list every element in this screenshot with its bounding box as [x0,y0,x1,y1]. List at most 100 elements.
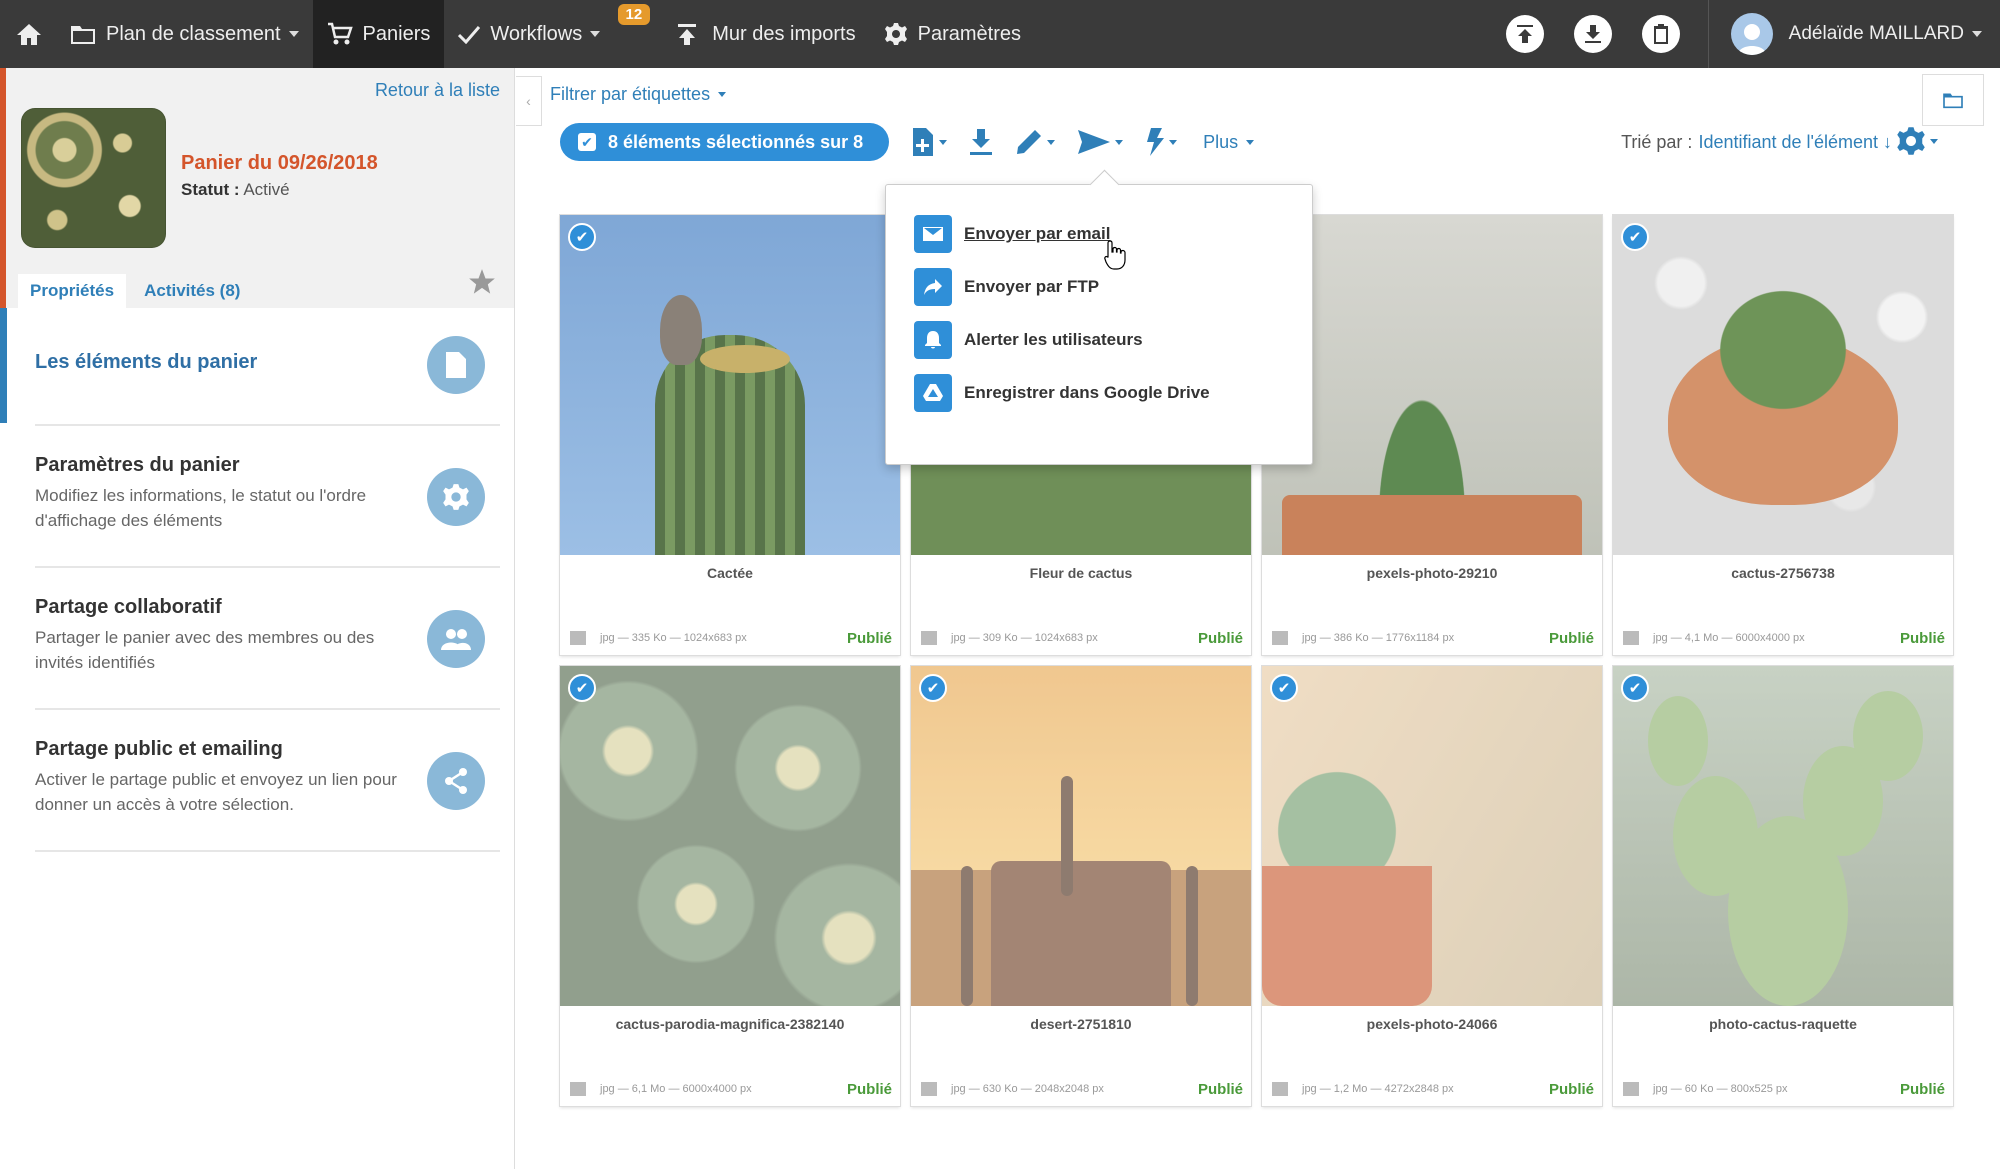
status-badge: Publié [1197,1081,1243,1098]
sidebar: Retour à la liste Panier du 09/26/2018 S… [0,68,515,1169]
download-icon [970,129,993,155]
basket-header: Retour à la liste Panier du 09/26/2018 S… [0,68,514,308]
add-file-button[interactable] [911,127,948,157]
sidebar-tabs: Propriétés Activités (8) [6,274,516,308]
sidebar-item-elements[interactable]: Les éléments du panier [0,308,500,426]
upload-button[interactable] [1505,15,1544,53]
selection-label: 8 éléments sélectionnés sur 8 [608,131,864,152]
nav-label: Paramètres [917,22,1021,45]
element-card[interactable]: ✔ desert-2751810 jpg — 630 Ko — 2048x204… [911,666,1251,1106]
sort-control[interactable]: Trié par : Identifiant de l'élément ↓ [1621,132,1892,153]
upload-circle-icon [1516,25,1533,43]
favorite-star-icon[interactable] [468,268,496,301]
menu-item-label: Alerter les utilisateurs [964,330,1143,349]
check-icon [458,26,481,44]
image-file-icon [1623,1082,1639,1096]
sidebar-item-partage-collaboratif[interactable]: Partage collaboratif Partager le panier … [35,568,500,710]
menu-desc: Modifiez les informations, le statut ou … [35,486,367,530]
element-card[interactable]: ✔ photo-cactus-raquette jpg — 60 Ko — 80… [1613,666,1953,1106]
nav-home[interactable] [0,0,56,68]
sidebar-item-parametres[interactable]: Paramètres du panier Modifiez les inform… [35,426,500,568]
folder-icon [71,26,95,44]
element-thumbnail [1613,215,1953,555]
status-value: Activé [243,180,290,199]
menu-item-alert-users[interactable]: Alerter les utilisateurs [914,321,1143,359]
avatar[interactable] [1730,13,1773,55]
gear-icon [1897,127,1925,155]
sidebar-item-partage-public[interactable]: Partage public et emailing Activer le pa… [35,710,500,852]
menu-text: Partage public et emailing Activer le pa… [35,738,405,817]
status-badge: Publié [846,1081,892,1098]
tab-activites[interactable]: Activités (8) [132,274,252,308]
nav-label: Plan de classement [106,22,281,45]
clipboard-button[interactable] [1641,15,1680,53]
sort-value: Identifiant de l'élément ↓ [1698,132,1892,152]
send-icon [1078,130,1111,154]
meta-text: jpg — 6,1 Mo — 6000x4000 px [600,1083,752,1095]
element-name: Fleur de cactus [1029,565,1133,581]
selected-check-icon[interactable]: ✔ [1270,674,1298,702]
status-badge: Publié [1548,1081,1594,1098]
nav-parametres[interactable]: Paramètres [870,0,1035,68]
chevron-down-icon [1169,139,1178,145]
nav-plan-de-classement[interactable]: Plan de classement [56,0,313,68]
chevron-down-icon [1047,139,1056,145]
nav-label: Paniers [362,22,431,45]
element-name: cactus-parodia-magnifica-2382140 [615,1016,845,1032]
chevron-down-icon [1972,31,1982,37]
bell-icon [914,321,952,359]
element-thumbnail [560,215,900,555]
element-meta: jpg — 630 Ko — 2048x2048 px [921,1082,1104,1096]
more-button[interactable]: Plus [1203,132,1255,153]
nav-mur-des-imports[interactable]: Mur des imports [662,0,869,68]
selected-check-icon[interactable]: ✔ [568,223,596,251]
nav-paniers[interactable]: Paniers [312,0,445,68]
download-button[interactable] [1573,15,1612,53]
upload-icon [678,24,697,45]
element-card[interactable]: ✔ Cactée jpg — 335 Ko — 1024x683 px Publ… [560,215,900,655]
element-card[interactable]: ✔ cactus-parodia-magnifica-2382140 jpg —… [560,666,900,1106]
menu-desc: Partager le panier avec des membres ou d… [35,628,375,672]
element-card[interactable]: ✔ pexels-photo-29210 jpg — 386 Ko — 1776… [1262,215,1602,655]
chevron-down-icon [1246,139,1255,145]
image-file-icon [921,631,937,645]
folder-view-button[interactable] [1922,74,1984,126]
selected-check-icon[interactable]: ✔ [919,674,947,702]
menu-text: Partage collaboratif Partager le panier … [35,596,405,675]
view-settings-button[interactable] [1896,126,1938,156]
selected-check-icon[interactable]: ✔ [568,674,596,702]
nav-label: Mur des imports [712,22,856,45]
selected-check-icon[interactable]: ✔ [1621,223,1649,251]
nav-right-group: Adélaïde MAILLARD [1490,0,2000,68]
menu-item-send-email[interactable]: Envoyer par email [914,215,1110,253]
status-label: Statut : [181,180,240,199]
image-file-icon [1272,631,1288,645]
menu-item-send-ftp[interactable]: Envoyer par FTP [914,268,1099,306]
user-menu[interactable]: Adélaïde MAILLARD [1789,23,1982,45]
back-to-list-link[interactable]: Retour à la liste [375,80,500,101]
collapse-sidebar-button[interactable]: ‹ [516,76,542,126]
element-thumbnail [1262,666,1602,1006]
actions-button[interactable] [1145,127,1178,157]
basket-thumbnail [21,108,166,248]
gear-icon [884,23,907,45]
chevron-down-icon [590,31,601,37]
element-name: photo-cactus-raquette [1709,1016,1857,1032]
nav-workflows[interactable]: Workflows 12 [444,0,651,68]
edit-button[interactable] [1015,128,1056,156]
selection-pill[interactable]: ✔ 8 éléments sélectionnés sur 8 [560,123,890,161]
element-card[interactable]: ✔ pexels-photo-24066 jpg — 1,2 Mo — 4272… [1262,666,1602,1106]
send-button[interactable] [1077,128,1124,156]
menu-item-google-drive[interactable]: Enregistrer dans Google Drive [914,374,1210,412]
meta-text: jpg — 1,2 Mo — 4272x2848 px [1302,1083,1454,1095]
filter-label: Filtrer par étiquettes [550,84,711,104]
meta-text: jpg — 309 Ko — 1024x683 px [951,632,1098,644]
selected-check-icon[interactable]: ✔ [1621,674,1649,702]
sort-label: Trié par : [1621,132,1693,152]
meta-text: jpg — 60 Ko — 800x525 px [1653,1083,1788,1095]
status-badge: Publié [846,630,892,647]
tab-proprietes[interactable]: Propriétés [18,274,127,308]
element-card[interactable]: ✔ cactus-2756738 jpg — 4,1 Mo — 6000x400… [1613,215,1953,655]
filter-tags-dropdown[interactable]: Filtrer par étiquettes [550,84,727,105]
download-selection-button[interactable] [969,128,993,156]
